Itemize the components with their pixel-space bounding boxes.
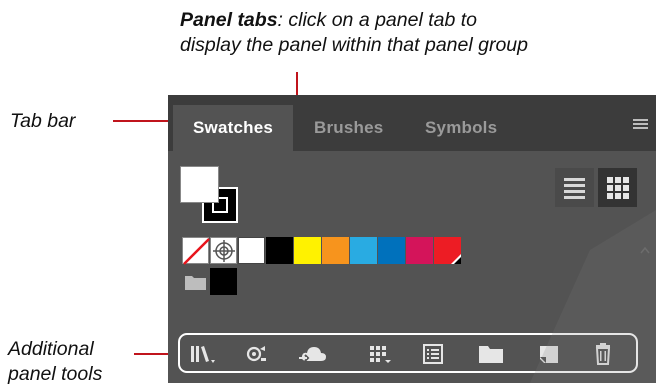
swatch-black[interactable] — [266, 237, 293, 264]
swatch-cyan[interactable] — [350, 237, 377, 264]
swatch-options-icon[interactable] — [418, 341, 448, 367]
swatch-options-grid-icon[interactable] — [364, 341, 394, 367]
tab-bar-callout: Tab bar — [10, 110, 76, 132]
tab-swatches[interactable]: Swatches — [173, 105, 293, 151]
swatch-registration[interactable] — [210, 237, 237, 264]
show-swatch-kinds-icon[interactable] — [242, 341, 272, 367]
swatch-magenta[interactable] — [406, 237, 433, 264]
swatch-white[interactable] — [238, 237, 265, 264]
tab-brushes[interactable]: Brushes — [314, 105, 383, 151]
fill-swatch[interactable] — [180, 166, 219, 203]
color-group-folder-icon[interactable] — [182, 268, 209, 295]
swatch-red[interactable] — [434, 237, 461, 264]
panel-tabs-callout-line1: : click on a panel tab to — [277, 9, 478, 31]
additional-tools-callout: Additional panel tools — [8, 337, 102, 387]
tab-bar-leader-line — [113, 120, 171, 122]
list-view-icon[interactable] — [555, 168, 594, 207]
swatch-yellow[interactable] — [294, 237, 321, 264]
swatch-row-2 — [182, 268, 242, 295]
panel-tabs-callout-line2: display the panel within that panel grou… — [180, 34, 528, 56]
panel-tabs-callout: Panel tabs: click on a panel tab to disp… — [180, 8, 528, 58]
fill-stroke-indicator[interactable] — [180, 166, 240, 224]
swatch-libraries-icon[interactable] — [188, 341, 218, 367]
view-buttons — [555, 168, 641, 207]
tab-symbols[interactable]: Symbols — [425, 105, 497, 151]
swatch-none[interactable] — [182, 237, 210, 265]
thumbnail-view-icon[interactable] — [598, 168, 637, 207]
cloud-libraries-icon[interactable] — [298, 341, 328, 367]
swatch-orange[interactable] — [322, 237, 349, 264]
panel-menu-icon[interactable] — [633, 119, 648, 131]
additional-tools-callout-line2: panel tools — [8, 363, 103, 385]
watermark-shape — [470, 210, 656, 383]
panel-tabs-callout-title: Panel tabs — [180, 9, 278, 31]
tab-bar: Swatches Brushes Symbols — [168, 95, 656, 151]
swatch-black-group[interactable] — [210, 268, 237, 295]
additional-tools-callout-line1: Additional — [8, 338, 94, 360]
swatch-blue[interactable] — [378, 237, 405, 264]
